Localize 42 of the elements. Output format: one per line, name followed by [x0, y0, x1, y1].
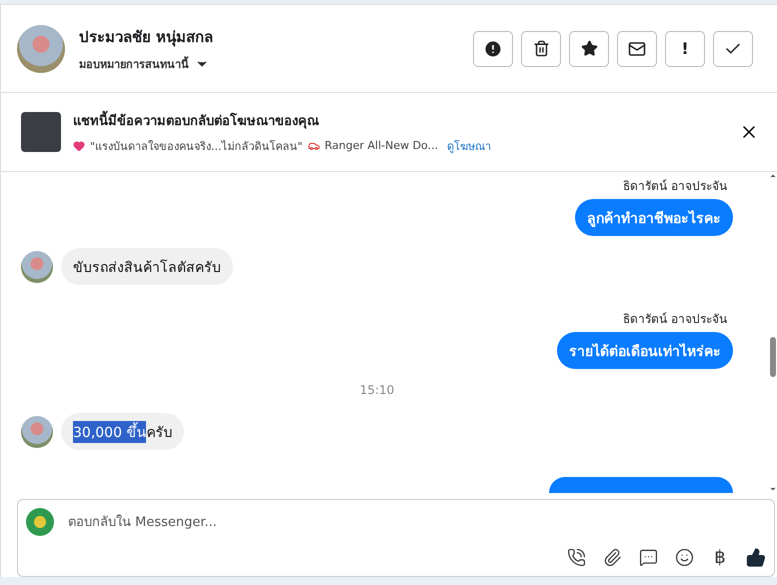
message-bubble: 30,000 ขึ้นครับ — [61, 413, 184, 450]
contact-name: ประมวลชัย หนุ่มสกล — [79, 26, 214, 48]
spam-button[interactable] — [473, 30, 513, 66]
important-button[interactable]: ! — [665, 30, 705, 66]
ad-quote: "แรงบันดาลใจของคนจริง...ไม่กลัวดินโคลน" — [90, 138, 303, 154]
message-bubble: ลูกค้าทำอาชีพอะไรคะ — [575, 199, 733, 236]
sender-name: ธิดารัตน์ อาจประจัน — [623, 178, 727, 195]
reply-field[interactable]: ตอบกลับใน Messenger... ฿ — [17, 499, 775, 577]
done-button[interactable] — [713, 30, 753, 66]
heart-icon — [73, 140, 85, 152]
trash-icon — [532, 40, 550, 57]
paperclip-icon — [602, 548, 622, 566]
assign-dropdown[interactable]: มอบหมายการสนทนานี้ — [79, 54, 459, 72]
page-logo — [26, 508, 54, 536]
star-button[interactable] — [569, 30, 609, 66]
view-ad-link[interactable]: ดูโฆษณา — [447, 136, 492, 154]
ad-product: Ranger All-New Do... — [324, 139, 438, 152]
like-button[interactable] — [746, 546, 766, 568]
timestamp: 15:10 — [360, 383, 394, 397]
unread-button[interactable] — [617, 30, 657, 66]
scroll-down-icon[interactable] — [769, 485, 777, 493]
avatar — [21, 416, 53, 448]
alert-icon — [483, 38, 503, 58]
sender-name: ธิดารัตน์ อาจประจัน — [623, 311, 727, 328]
emoji-icon — [674, 548, 694, 566]
call-button[interactable] — [566, 546, 586, 568]
payment-button[interactable]: ฿ — [710, 546, 730, 568]
emoji-button[interactable] — [674, 546, 694, 568]
avatar — [17, 24, 65, 72]
delete-button[interactable] — [521, 30, 561, 66]
thumbs-up-icon — [746, 546, 766, 568]
scroll-up-icon[interactable] — [769, 172, 777, 180]
photo-placeholder — [21, 112, 61, 152]
message-bubble: รายได้ต่อเดือนเท่าไหร่คะ — [557, 332, 733, 369]
attach-button[interactable] — [602, 546, 622, 568]
star-icon — [580, 40, 598, 57]
chat-icon — [638, 548, 658, 566]
avatar — [21, 250, 53, 282]
message-bubble: ขับรถส่งสินค้าโลตัสครับ — [61, 248, 233, 285]
ad-reply-title: แชทนี้มีข้อความตอบกลับต่อโฆษณาของคุณ — [73, 110, 727, 130]
envelope-icon — [628, 40, 646, 58]
phone-icon — [566, 548, 586, 566]
